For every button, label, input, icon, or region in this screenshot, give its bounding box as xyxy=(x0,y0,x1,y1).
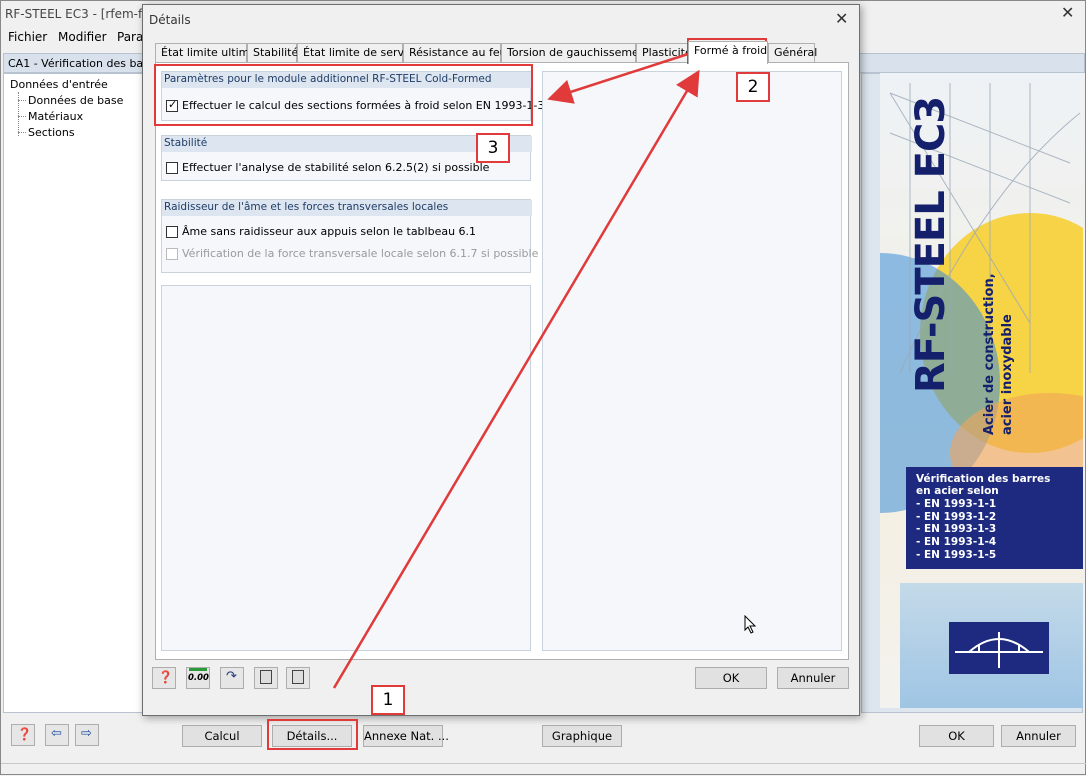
web-without-stiffener-label[interactable]: Âme sans raidisseur aux appuis selon le … xyxy=(182,225,476,238)
tree-connector xyxy=(18,132,26,133)
highlight-cold-formed-group xyxy=(154,64,533,126)
dialog-title: Détails xyxy=(149,13,191,27)
main-window-title: RF-STEEL EC3 - [rfem-file] xyxy=(5,7,161,21)
reset-defaults-button[interactable]: ↷ xyxy=(220,667,244,689)
step-marker-3: 3 xyxy=(476,133,510,163)
calculation-button[interactable]: Calcul xyxy=(182,725,262,747)
standards-line: en acier selon xyxy=(916,485,999,497)
import-settings-button[interactable] xyxy=(254,667,278,689)
main-help-button[interactable]: ❓ xyxy=(11,724,35,746)
branding-standards-box: Vérification des barres en acier selon -… xyxy=(906,467,1083,569)
tab-plasticity[interactable]: Plasticité xyxy=(636,43,692,63)
navigator-tree: Données d'entrée Données de base Matéria… xyxy=(3,73,145,713)
tree-connector xyxy=(18,92,19,136)
dialog-cancel-button[interactable]: Annuler xyxy=(777,667,849,689)
main-close-icon[interactable]: ✕ xyxy=(1061,3,1074,22)
standards-line: - EN 1993-1-1 xyxy=(916,498,997,510)
empty-right-panel xyxy=(542,71,842,651)
menu-edit[interactable]: Modifier xyxy=(58,30,107,44)
tab-strip: État limite ultime Stabilité État limite… xyxy=(155,41,845,64)
main-import-button[interactable]: ⇦ xyxy=(45,724,69,746)
case-header-label: CA1 - Vérification des barres xyxy=(8,57,165,70)
local-transverse-force-checkbox xyxy=(166,248,178,260)
status-bar xyxy=(1,763,1086,776)
branding-subtitle-2: acier inoxydable xyxy=(1000,314,1015,435)
tab-fire-resistance[interactable]: Résistance au feu xyxy=(403,43,507,63)
standards-line: Vérification des barres xyxy=(916,473,1051,485)
menu-file[interactable]: Fichier xyxy=(8,30,47,44)
bridge-logo-icon xyxy=(955,632,1043,668)
standards-line: - EN 1993-1-2 xyxy=(916,511,997,523)
tab-general[interactable]: Général xyxy=(768,43,817,63)
standards-line: - EN 1993-1-5 xyxy=(916,549,997,561)
tab-cold-formed[interactable]: Formé à froid xyxy=(688,41,768,64)
group-web-stiffener: Raidisseur de l'âme et les forces transv… xyxy=(161,199,538,273)
group-header: Raidisseur de l'âme et les forces transv… xyxy=(162,200,532,216)
import-icon: ⇦ xyxy=(51,726,62,741)
local-transverse-force-label: Vérification de la force transversale lo… xyxy=(182,247,539,260)
standards-line: - EN 1993-1-4 xyxy=(916,536,997,548)
main-export-button[interactable]: ⇨ xyxy=(75,724,99,746)
dlubal-logo xyxy=(949,622,1049,674)
reset-icon: ↷ xyxy=(226,669,237,684)
dialog-help-button[interactable]: ❓ xyxy=(152,667,176,689)
step-marker-2: 2 xyxy=(736,72,770,102)
export-settings-button[interactable] xyxy=(286,667,310,689)
branding-subtitle-1: Acier de construction, xyxy=(982,273,997,435)
dialog-ok-button[interactable]: OK xyxy=(695,667,767,689)
empty-left-panel xyxy=(161,285,531,651)
decimal-places-label: 0.00 xyxy=(188,673,209,683)
standards-line: - EN 1993-1-3 xyxy=(916,523,997,535)
import-settings-icon xyxy=(260,670,272,684)
stability-analysis-checkbox[interactable] xyxy=(166,162,178,174)
graphics-button[interactable]: Graphique xyxy=(542,725,622,747)
stability-analysis-label[interactable]: Effectuer l'analyse de stabilité selon 6… xyxy=(182,161,489,174)
branding-title: RF-STEEL EC3 xyxy=(908,96,954,393)
highlight-details-button xyxy=(267,719,358,750)
tree-connector xyxy=(18,116,26,117)
tab-warping-torsion[interactable]: Torsion de gauchissement xyxy=(501,43,650,63)
decimal-places-button[interactable]: 0.00 xyxy=(186,667,210,689)
step-marker-1: 1 xyxy=(371,685,405,715)
main-ok-button[interactable]: OK xyxy=(919,725,994,747)
tree-item-materials[interactable]: Matériaux xyxy=(28,110,83,123)
web-without-stiffener-checkbox[interactable] xyxy=(166,226,178,238)
decimal-places-icon xyxy=(189,668,207,671)
tree-connector xyxy=(18,100,26,101)
help-icon: ❓ xyxy=(17,727,32,741)
export-settings-icon xyxy=(292,670,304,684)
tab-serviceability-limit-state[interactable]: État limite de service xyxy=(297,43,420,63)
main-cancel-button[interactable]: Annuler xyxy=(1001,725,1076,747)
export-icon: ⇨ xyxy=(81,726,92,741)
tree-root-input-data[interactable]: Données d'entrée xyxy=(10,78,108,91)
tree-item-base-data[interactable]: Données de base xyxy=(28,94,124,107)
tab-stability[interactable]: Stabilité xyxy=(247,43,298,63)
dialog-close-icon[interactable]: ✕ xyxy=(835,9,848,28)
national-annex-button[interactable]: Annexe Nat. ... xyxy=(363,725,449,747)
mouse-cursor-icon xyxy=(744,615,757,634)
help-icon: ❓ xyxy=(158,670,173,684)
tree-item-sections[interactable]: Sections xyxy=(28,126,75,139)
branding-panel: RF-STEEL EC3 Acier de construction, acie… xyxy=(880,73,1083,708)
tab-ultimate-limit-state[interactable]: État limite ultime xyxy=(155,43,256,63)
